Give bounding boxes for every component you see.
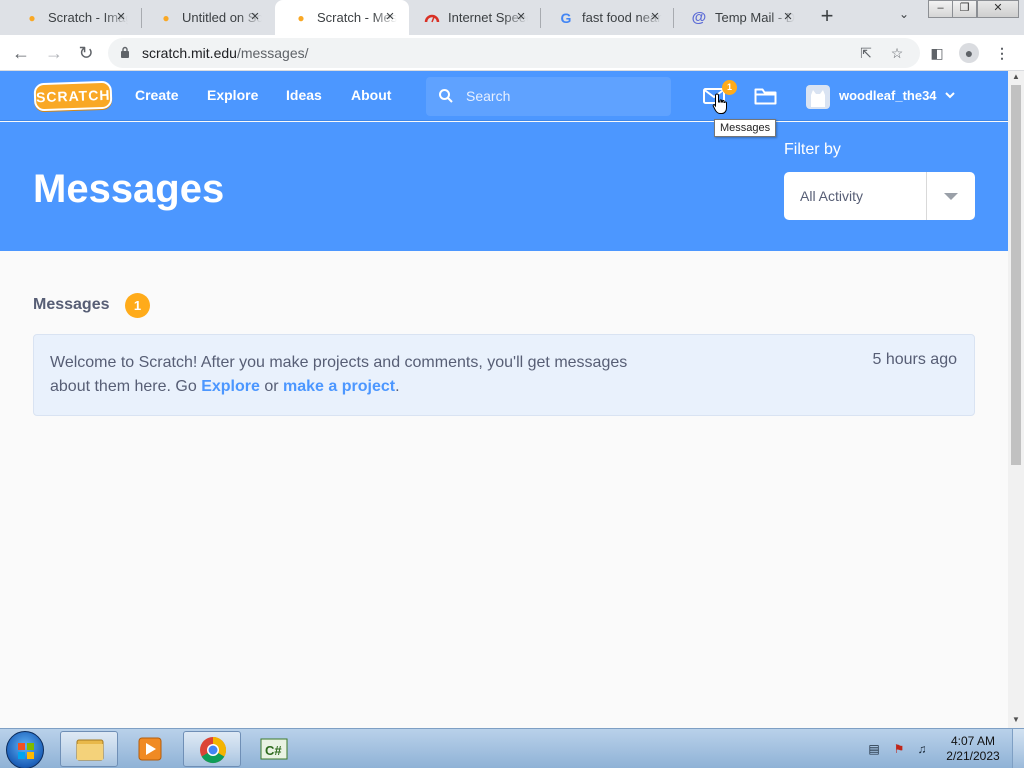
system-clock[interactable]: 4:07 AM 2/21/2023: [944, 734, 1002, 764]
close-tab-icon[interactable]: ×: [781, 9, 795, 24]
avatar[interactable]: [806, 85, 830, 109]
google-icon: G: [560, 9, 572, 26]
nav-ideas[interactable]: Ideas: [286, 87, 322, 103]
side-panel-icon[interactable]: ◧: [927, 43, 947, 63]
select-divider: [926, 172, 927, 220]
tab-search-chevron-icon[interactable]: ⌄: [894, 7, 914, 27]
close-tab-icon[interactable]: ×: [514, 9, 528, 24]
messages-tooltip: Messages: [714, 119, 777, 137]
url-text: scratch.mit.edu/messages/: [142, 45, 309, 61]
scroll-down-arrow-icon[interactable]: ▼: [1008, 715, 1024, 727]
media-player-icon: [138, 737, 162, 761]
messages-count-badge: 1: [125, 293, 150, 318]
browser-toolbar: ← → ↻ scratch.mit.edu/messages/ ⇱ ☆ ◧ ● …: [0, 35, 1024, 71]
start-button[interactable]: [6, 731, 44, 768]
scratch-cat-icon: ●: [28, 10, 36, 25]
make-project-link[interactable]: make a project: [283, 378, 395, 395]
close-tab-icon[interactable]: ×: [248, 9, 262, 24]
clock-date: 2/21/2023: [946, 749, 1000, 763]
profile-icon[interactable]: ●: [959, 43, 979, 63]
bookmark-star-icon[interactable]: ☆: [887, 43, 907, 63]
search-input[interactable]: Search: [426, 77, 671, 116]
clock-time: 4:07 AM: [950, 734, 996, 748]
search-icon: [439, 89, 453, 103]
tab-speedtest[interactable]: Internet Speed Test ×: [406, 0, 540, 35]
minimize-button[interactable]: ‒: [928, 0, 953, 18]
message-connector: or: [259, 378, 284, 395]
address-bar[interactable]: scratch.mit.edu/messages/ ⇱ ☆: [108, 38, 920, 68]
tab-temp-mail[interactable]: @ Temp Mail - Disposable ×: [673, 0, 807, 35]
scratch-cat-icon: ●: [297, 10, 305, 25]
tab-google-search[interactable]: G fast food near me ×: [540, 0, 674, 35]
chevron-down-icon[interactable]: [943, 88, 957, 102]
tab-scratch-home[interactable]: ● Scratch - Imagine, Program, Share ×: [6, 0, 140, 35]
message-text: Welcome to Scratch! After you make proje…: [50, 351, 650, 399]
filter-label: Filter by: [784, 141, 841, 158]
taskbar-chrome[interactable]: [183, 731, 241, 767]
default-cat-avatar-icon: [811, 90, 825, 107]
show-desktop-button[interactable]: [1012, 729, 1024, 768]
lock-icon: [121, 46, 129, 58]
scratch-logo[interactable]: SCRATCH: [33, 80, 113, 112]
at-sign-icon: @: [691, 9, 707, 26]
taskbar-csharp[interactable]: C#: [245, 731, 303, 767]
menu-kebab-icon[interactable]: ⋮: [992, 43, 1012, 63]
scratch-cat-icon: ●: [162, 10, 170, 25]
tab-untitled[interactable]: ● Untitled on Scratch ×: [140, 0, 274, 35]
windows-taskbar: C# ▤ ⚑ ♫ 4:07 AM 2/21/2023: [0, 728, 1024, 768]
close-tab-icon[interactable]: ×: [114, 9, 128, 24]
close-tab-icon[interactable]: ×: [383, 9, 397, 24]
windows-logo-icon: [18, 743, 34, 759]
messages-hero-banner: Messages Filter by All Activity: [0, 122, 1008, 251]
page-scrollbar[interactable]: ▲ ▼: [1008, 71, 1024, 728]
messages-section-heading: Messages: [33, 296, 110, 313]
action-center-flag-icon[interactable]: ⚑: [891, 742, 907, 756]
csharp-icon: C#: [260, 738, 288, 760]
filter-selected-value: All Activity: [800, 188, 864, 204]
chrome-icon: [200, 736, 227, 764]
close-window-button[interactable]: ✕: [977, 0, 1019, 18]
explore-link[interactable]: Explore: [201, 378, 260, 395]
nav-explore[interactable]: Explore: [207, 87, 258, 103]
network-icon[interactable]: ▤: [866, 742, 882, 756]
scratch-navbar: SCRATCH Create Explore Ideas About Searc…: [0, 71, 1008, 121]
url-domain: scratch.mit.edu: [142, 45, 237, 61]
message-end: .: [395, 378, 400, 395]
nav-about[interactable]: About: [351, 87, 391, 103]
speedometer-icon: [424, 10, 440, 26]
taskbar-explorer[interactable]: [60, 731, 118, 767]
message-item: Welcome to Scratch! After you make proje…: [33, 334, 975, 416]
browser-tab-strip: ● Scratch - Imagine, Program, Share × ● …: [0, 0, 1024, 35]
back-arrow-icon[interactable]: ←: [9, 41, 33, 65]
volume-icon[interactable]: ♫: [914, 742, 930, 756]
url-path: /messages/: [236, 45, 309, 61]
page-title: Messages: [33, 167, 225, 211]
hand-cursor-icon: [712, 93, 727, 114]
filter-select[interactable]: All Activity: [784, 172, 975, 220]
share-icon[interactable]: ⇱: [856, 43, 876, 63]
explorer-icon: [76, 739, 104, 761]
nav-create[interactable]: Create: [135, 87, 179, 103]
tab-messages[interactable]: ● Scratch - Messages ×: [275, 0, 409, 35]
search-placeholder: Search: [466, 88, 511, 104]
username[interactable]: woodleaf_the34: [839, 88, 937, 103]
scrollbar-thumb[interactable]: [1011, 85, 1021, 465]
reload-icon[interactable]: ↻: [74, 41, 98, 65]
new-tab-button[interactable]: +: [816, 5, 838, 27]
forward-arrow-icon[interactable]: →: [42, 41, 66, 65]
scroll-up-arrow-icon[interactable]: ▲: [1008, 72, 1024, 84]
taskbar-media-player[interactable]: [121, 731, 179, 767]
page-viewport: SCRATCH Create Explore Ideas About Searc…: [0, 71, 1008, 728]
restore-button[interactable]: ❐: [952, 0, 977, 18]
dropdown-triangle-icon[interactable]: [943, 192, 959, 202]
message-timestamp: 5 hours ago: [872, 351, 957, 368]
close-tab-icon[interactable]: ×: [648, 9, 662, 24]
svg-text:C#: C#: [265, 743, 282, 758]
my-stuff-folder-icon[interactable]: [754, 88, 777, 105]
